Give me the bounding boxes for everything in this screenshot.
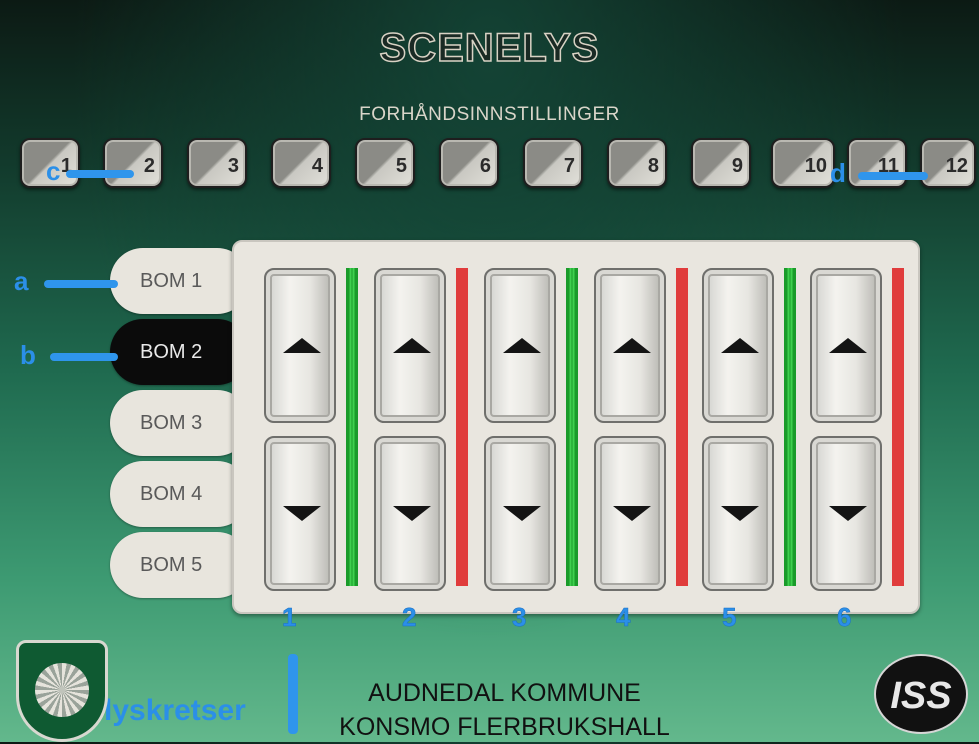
arrow-down-icon [393, 506, 431, 521]
app-title: SCENELYS [379, 25, 600, 71]
circuit-1-down-button[interactable] [264, 436, 336, 591]
annotation-c-arrow-icon [66, 170, 134, 178]
arrow-up-icon [613, 338, 651, 353]
circuit-3-status-bar [566, 268, 578, 586]
arrow-up-icon [503, 338, 541, 353]
arrow-down-icon [829, 506, 867, 521]
circuit-5-up-button[interactable] [702, 268, 774, 423]
annotation-d-arrow-icon [858, 172, 928, 180]
preset-button-7[interactable]: 7 [523, 138, 583, 188]
circuit-3 [484, 268, 594, 598]
arrow-down-icon [503, 506, 541, 521]
circuit-number-3: 3 [512, 602, 527, 633]
boom-tab-1[interactable]: BOM 1 [110, 248, 250, 314]
preset-button-2[interactable]: 2 [103, 138, 163, 188]
preset-button-12[interactable]: 12 [920, 138, 976, 188]
circuit-number-1: 1 [282, 602, 297, 633]
preset-button-4[interactable]: 4 [271, 138, 331, 188]
circuit-4-status-bar [676, 268, 688, 586]
municipal-crest-icon [16, 640, 108, 742]
boom-tab-5[interactable]: BOM 5 [110, 532, 250, 598]
annotation-b-arrow-icon [50, 353, 118, 361]
arrow-down-icon [721, 506, 759, 521]
arrow-down-icon [283, 506, 321, 521]
circuit-4-up-button[interactable] [594, 268, 666, 423]
footer-line-1: AUDNEDAL KOMMUNE [368, 679, 641, 707]
presets-heading: FORHÅNDSINNSTILLINGER [359, 104, 620, 125]
circuit-4 [594, 268, 704, 598]
circuit-number-6: 6 [837, 602, 852, 633]
circuit-5 [702, 268, 812, 598]
preset-button-3[interactable]: 3 [187, 138, 247, 188]
arrow-up-icon [829, 338, 867, 353]
circuit-3-down-button[interactable] [484, 436, 556, 591]
circuit-6-status-bar [892, 268, 904, 586]
circuit-number-2: 2 [402, 602, 417, 633]
circuit-2-up-button[interactable] [374, 268, 446, 423]
footer-line-2: KONSMO FLERBRUKSHALL [339, 713, 670, 741]
circuit-6-down-button[interactable] [810, 436, 882, 591]
iss-logo: ISS [874, 654, 968, 734]
arrow-down-icon [613, 506, 651, 521]
footer: AUDNEDAL KOMMUNE KONSMO FLERBRUKSHALL [0, 676, 979, 744]
saw-blade-icon [35, 663, 89, 717]
preset-button-6[interactable]: 6 [439, 138, 499, 188]
circuit-control-panel [232, 240, 920, 614]
circuit-6 [810, 268, 920, 598]
preset-button-10[interactable]: 10 [771, 138, 835, 188]
circuit-4-down-button[interactable] [594, 436, 666, 591]
circuit-2 [374, 268, 484, 598]
preset-button-9[interactable]: 9 [691, 138, 751, 188]
annotation-c: c [46, 156, 61, 186]
preset-button-5[interactable]: 5 [355, 138, 415, 188]
annotation-d: d [830, 158, 846, 188]
circuit-number-4: 4 [616, 602, 631, 633]
annotation-b: b [20, 340, 36, 370]
preset-button-11[interactable]: 11 [847, 138, 907, 188]
circuit-number-5: 5 [722, 602, 737, 633]
circuit-5-down-button[interactable] [702, 436, 774, 591]
circuit-1-up-button[interactable] [264, 268, 336, 423]
annotation-a-arrow-icon [44, 280, 118, 288]
circuit-5-status-bar [784, 268, 796, 586]
circuit-1-status-bar [346, 268, 358, 586]
circuit-3-up-button[interactable] [484, 268, 556, 423]
arrow-up-icon [393, 338, 431, 353]
preset-button-8[interactable]: 8 [607, 138, 667, 188]
circuit-6-up-button[interactable] [810, 268, 882, 423]
circuit-2-status-bar [456, 268, 468, 586]
arrow-up-icon [283, 338, 321, 353]
boom-tab-2[interactable]: BOM 2 [110, 319, 250, 385]
circuit-2-down-button[interactable] [374, 436, 446, 591]
boom-tab-4[interactable]: BOM 4 [110, 461, 250, 527]
arrow-up-icon [721, 338, 759, 353]
annotation-a: a [14, 266, 29, 296]
circuit-1 [264, 268, 374, 598]
boom-tab-3[interactable]: BOM 3 [110, 390, 250, 456]
